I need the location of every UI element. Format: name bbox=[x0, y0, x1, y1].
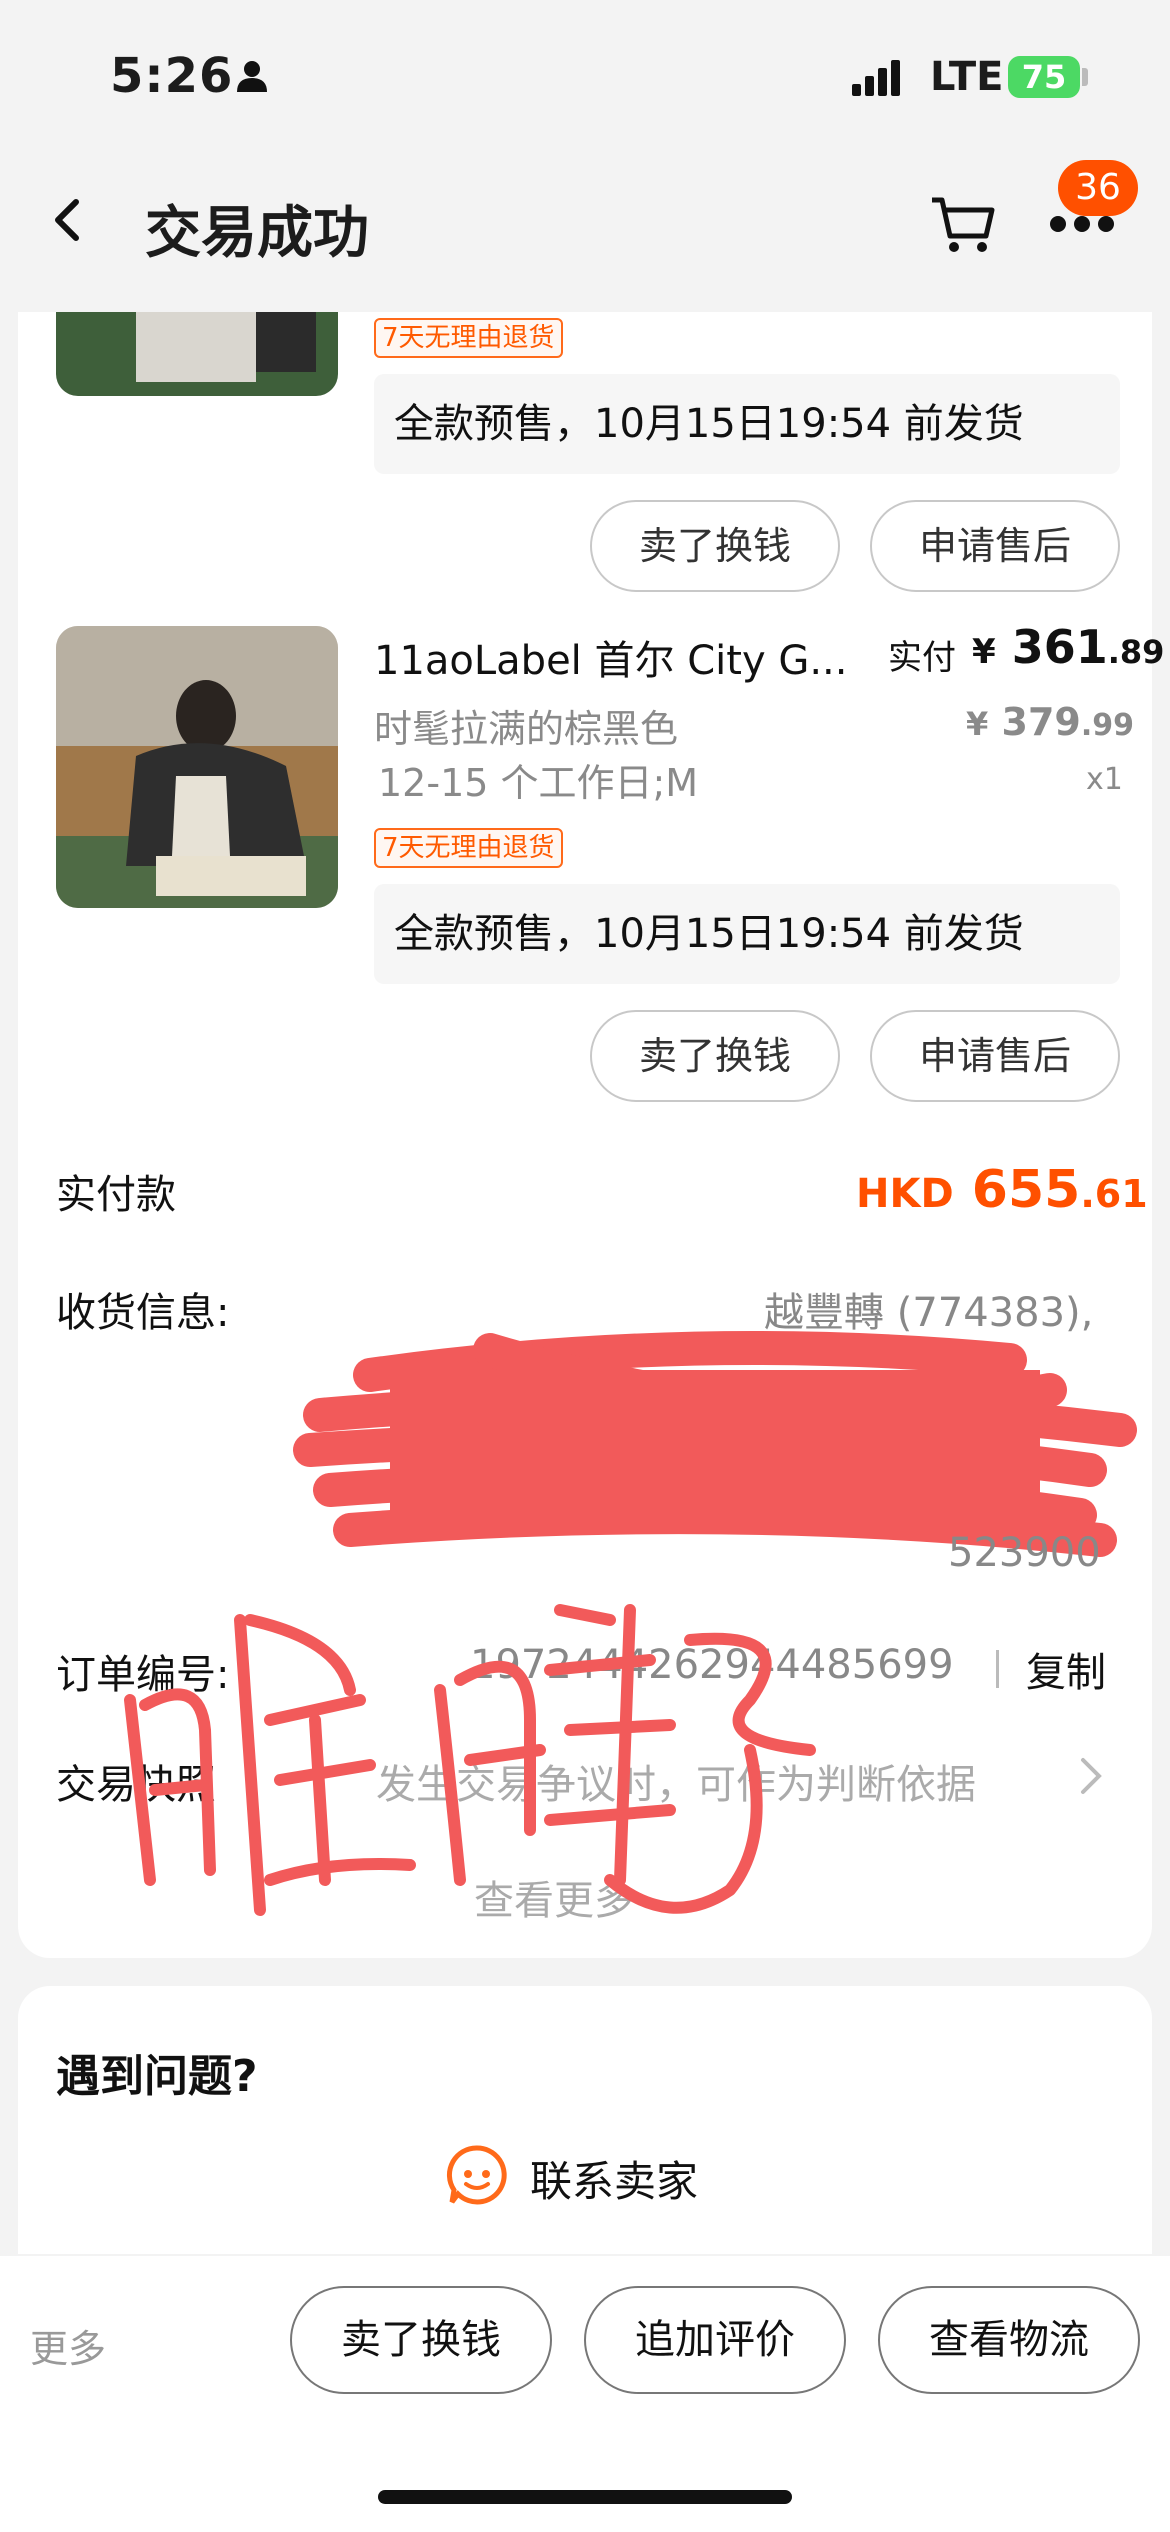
paid-int: 361 bbox=[1011, 620, 1108, 674]
product-image[interactable] bbox=[56, 312, 338, 396]
quantity: x1 bbox=[1086, 762, 1123, 797]
return-policy-tag: 7天无理由退货 bbox=[374, 318, 563, 358]
seller-chat-icon[interactable] bbox=[446, 2144, 508, 2206]
address-label: 收货信息: bbox=[56, 1290, 230, 1336]
original-price: ¥ 379.99 bbox=[966, 700, 1134, 744]
see-more-link[interactable]: 查看更多 bbox=[474, 1868, 634, 1926]
sell-button[interactable]: 卖了换钱 bbox=[290, 2286, 552, 2394]
presale-note: 全款预售，10月15日19:54 前发货 bbox=[374, 374, 1120, 474]
divider bbox=[996, 1650, 999, 1688]
home-indicator[interactable] bbox=[378, 2490, 792, 2504]
snapshot-description[interactable]: 发生交易争议时，可作为判断依据 bbox=[376, 1752, 976, 1810]
order-number: 1972444262944485699 bbox=[470, 1642, 954, 1688]
more-menu-icon[interactable] bbox=[1050, 216, 1122, 236]
presale-note: 全款预售，10月15日19:54 前发货 bbox=[374, 884, 1120, 984]
total-int: 655 bbox=[971, 1160, 1081, 1220]
back-arrow-icon[interactable] bbox=[44, 190, 94, 250]
sell-button[interactable]: 卖了换钱 bbox=[590, 500, 840, 592]
product-title[interactable]: 11aoLabel 首尔 City G... bbox=[374, 628, 847, 686]
aftersale-button[interactable]: 申请售后 bbox=[870, 500, 1120, 592]
order-number-label: 订单编号: bbox=[56, 1652, 230, 1698]
add-review-button[interactable]: 追加评价 bbox=[584, 2286, 846, 2394]
total-currency: HKD bbox=[856, 1171, 954, 1217]
product-image[interactable] bbox=[56, 626, 338, 908]
paid-dec: .89 bbox=[1107, 633, 1165, 671]
person-icon bbox=[237, 61, 267, 92]
paid-price: ¥ 361.89 bbox=[972, 620, 1164, 674]
problem-title: 遇到问题? bbox=[56, 2051, 258, 2102]
orig-currency: ¥ bbox=[966, 705, 989, 743]
return-policy-tag: 7天无理由退货 bbox=[374, 828, 563, 868]
problem-card bbox=[18, 1986, 1152, 2254]
total-amount: HKD 655.61 bbox=[856, 1160, 1148, 1220]
network-type: LTE bbox=[930, 54, 1004, 100]
orig-dec: .99 bbox=[1080, 708, 1134, 743]
status-time: 5:26 bbox=[110, 48, 234, 104]
chevron-right-icon[interactable] bbox=[1078, 1754, 1104, 1798]
aftersale-button[interactable]: 申请售后 bbox=[870, 1010, 1120, 1102]
sell-button[interactable]: 卖了换钱 bbox=[590, 1010, 840, 1102]
product-spec: 12-15 个工作日;M bbox=[378, 761, 699, 805]
total-dec: .61 bbox=[1080, 1172, 1148, 1216]
cart-icon[interactable] bbox=[928, 192, 998, 256]
view-logistics-button[interactable]: 查看物流 bbox=[878, 2286, 1140, 2394]
paid-label: 实付 bbox=[888, 638, 956, 678]
contact-seller[interactable]: 联系卖家 bbox=[530, 2148, 698, 2209]
orig-int: 379 bbox=[1001, 700, 1081, 744]
copy-button[interactable]: 复制 bbox=[1026, 1640, 1106, 1698]
battery-icon: 75 bbox=[1008, 56, 1080, 98]
total-label: 实付款 bbox=[56, 1172, 176, 1218]
paid-currency: ¥ bbox=[972, 632, 996, 672]
message-badge: 36 bbox=[1058, 160, 1138, 216]
more-actions[interactable]: 更多 bbox=[30, 2318, 106, 2373]
page-title: 交易成功 bbox=[145, 201, 369, 266]
address-zip: 523900 bbox=[948, 1530, 1101, 1576]
signal-icon bbox=[852, 60, 904, 96]
product-color: 时髦拉满的棕黑色 bbox=[374, 707, 679, 751]
snapshot-label[interactable]: 交易快照 bbox=[56, 1752, 216, 1810]
battery-cap bbox=[1082, 68, 1088, 86]
